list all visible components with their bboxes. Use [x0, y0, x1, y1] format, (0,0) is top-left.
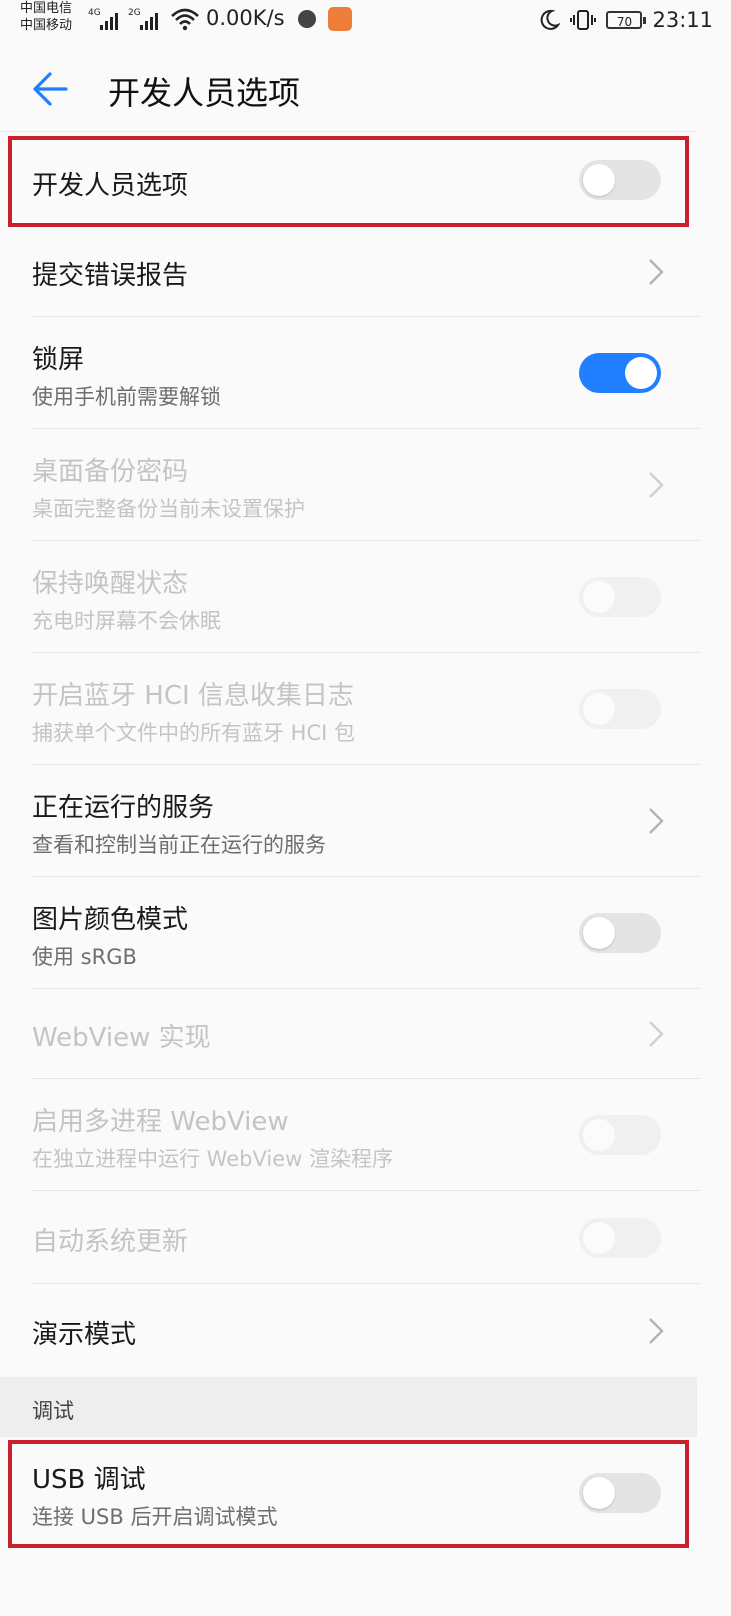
chevron-right-icon: [649, 1021, 664, 1047]
setting-title: 锁屏: [32, 345, 85, 375]
chevron-right-icon: [649, 259, 664, 285]
setting-subtitle: 捕获单个文件中的所有蓝牙 HCI 包: [32, 721, 355, 745]
setting-title: WebView 实现: [32, 1023, 211, 1053]
section-header-debugging: 调试: [0, 1377, 697, 1437]
signal-icon: [100, 12, 122, 30]
chevron-right-icon: [649, 808, 664, 834]
setting-auto-system-update: 自动系统更新: [0, 1191, 731, 1284]
network-speed: 0.00K/s: [206, 6, 285, 30]
setting-lock-screen[interactable]: 锁屏 使用手机前需要解锁: [0, 317, 731, 429]
battery-icon: 70: [606, 11, 647, 29]
setting-subtitle: 在独立进程中运行 WebView 渲染程序: [32, 1147, 393, 1171]
setting-title: 保持唤醒状态: [32, 569, 189, 599]
network-type-1: 4G: [88, 8, 101, 18]
setting-title: 桌面备份密码: [32, 457, 189, 487]
status-bar: 中国电信 中国移动 4G 2G 0.00K/s 70 23:11: [0, 0, 731, 44]
stay-awake-toggle: [579, 577, 661, 617]
wifi-icon: [171, 8, 199, 31]
vibrate-icon: [570, 10, 597, 30]
setting-title: 提交错误报告: [32, 261, 189, 291]
setting-bug-report[interactable]: 提交错误报告: [0, 227, 731, 317]
signal-icon-2: [140, 12, 162, 30]
highlight-box: [8, 1440, 689, 1548]
setting-bluetooth-hci-log: 开启蓝牙 HCI 信息收集日志 捕获单个文件中的所有蓝牙 HCI 包: [0, 653, 731, 765]
carrier-2: 中国移动: [20, 18, 73, 33]
setting-webview-implementation: WebView 实现: [0, 989, 731, 1079]
setting-backup-password: 桌面备份密码 桌面完整备份当前未设置保护: [0, 429, 731, 541]
setting-title: 正在运行的服务: [32, 793, 215, 823]
carrier-1: 中国电信: [20, 1, 73, 16]
setting-title: 自动系统更新: [32, 1227, 189, 1257]
battery-level: 70: [616, 15, 633, 29]
clock: 23:11: [652, 8, 713, 32]
setting-subtitle: 充电时屏幕不会休眠: [32, 609, 221, 633]
setting-running-services[interactable]: 正在运行的服务 查看和控制当前正在运行的服务: [0, 765, 731, 877]
multiprocess-webview-toggle: [579, 1115, 661, 1155]
setting-subtitle: 查看和控制当前正在运行的服务: [32, 833, 326, 857]
auto-system-update-toggle: [579, 1218, 661, 1258]
network-type-2: 2G: [128, 8, 141, 18]
setting-picture-color-mode[interactable]: 图片颜色模式 使用 sRGB: [0, 877, 731, 989]
bluetooth-hci-toggle: [579, 689, 661, 729]
lock-screen-toggle[interactable]: [579, 353, 661, 393]
setting-title: 图片颜色模式: [32, 905, 189, 935]
setting-title: 开启蓝牙 HCI 信息收集日志: [32, 681, 354, 711]
chevron-right-icon: [649, 1318, 664, 1344]
setting-multiprocess-webview: 启用多进程 WebView 在独立进程中运行 WebView 渲染程序: [0, 1079, 731, 1191]
setting-title: 启用多进程 WebView: [32, 1107, 289, 1137]
carrier-labels: 中国电信 中国移动: [20, 0, 72, 34]
setting-title: 演示模式: [32, 1320, 137, 1350]
app-notification-icon: [298, 10, 316, 28]
status-right: 70 23:11: [538, 6, 713, 34]
picture-color-mode-toggle[interactable]: [579, 913, 661, 953]
page-title: 开发人员选项: [108, 74, 301, 112]
section-label: 调试: [32, 1399, 74, 1423]
arrow-left-icon[interactable]: [30, 68, 72, 110]
highlight-box: [8, 136, 689, 227]
setting-subtitle: 使用 sRGB: [32, 945, 137, 969]
app-bar: 开发人员选项: [0, 44, 731, 130]
header-divider: [0, 131, 697, 132]
app-icon: [328, 7, 352, 31]
moon-icon: [541, 9, 561, 30]
setting-subtitle: 使用手机前需要解锁: [32, 385, 221, 409]
chevron-right-icon: [649, 472, 664, 498]
setting-stay-awake: 保持唤醒状态 充电时屏幕不会休眠: [0, 541, 731, 653]
setting-subtitle: 桌面完整备份当前未设置保护: [32, 497, 305, 521]
setting-demo-mode[interactable]: 演示模式: [0, 1284, 731, 1377]
